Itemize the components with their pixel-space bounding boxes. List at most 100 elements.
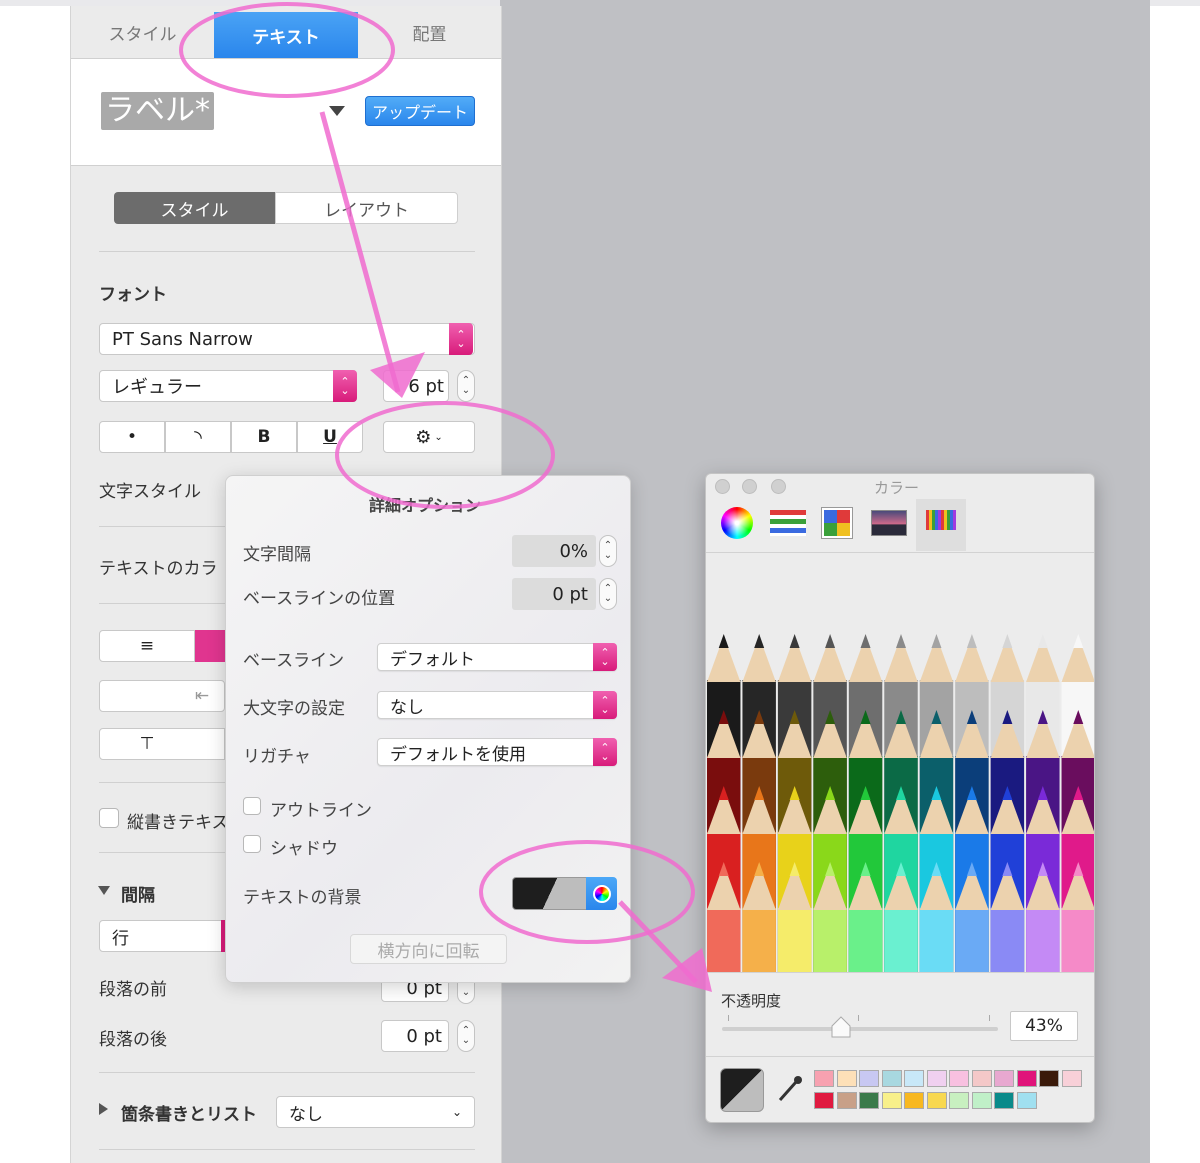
- baseline-shift-field[interactable]: 0 pt: [512, 578, 596, 610]
- disclosure-closed-icon[interactable]: [99, 1103, 109, 1115]
- rotate-horizontal-button[interactable]: 横方向に回転: [350, 934, 507, 964]
- opacity-label: 不透明度: [721, 992, 782, 1010]
- color-panel-toolbar-divider: [706, 552, 1094, 553]
- baseline-stepper-icon[interactable]: ⌃ ⌄: [593, 643, 617, 671]
- bold-button[interactable]: B: [231, 421, 297, 453]
- text-background-color-well[interactable]: [512, 877, 588, 910]
- char-spacing-field[interactable]: 0%: [512, 535, 596, 567]
- close-window-button[interactable]: [715, 479, 730, 494]
- ligature-stepper-icon[interactable]: ⌃ ⌄: [593, 738, 617, 766]
- color-swatch[interactable]: [994, 1070, 1014, 1087]
- align-center-button-selected[interactable]: [195, 630, 225, 662]
- current-color-well[interactable]: [720, 1068, 764, 1112]
- bold-label: B: [257, 427, 271, 447]
- color-swatch[interactable]: [971, 1092, 992, 1109]
- color-swatch[interactable]: [1016, 1092, 1037, 1109]
- color-swatch[interactable]: [881, 1070, 902, 1087]
- vertical-text-checkbox[interactable]: [99, 808, 119, 828]
- caps-popup[interactable]: なし: [377, 691, 617, 719]
- opacity-slider-tick-3: [989, 1015, 990, 1021]
- paragraph-style-dropdown-icon[interactable]: [329, 106, 345, 118]
- font-size-field[interactable]: 6 pt: [383, 370, 449, 402]
- color-swatch[interactable]: [836, 1092, 857, 1109]
- indent-icon: ⇤: [194, 686, 210, 706]
- opacity-slider-track[interactable]: [722, 1027, 998, 1031]
- color-wheel-mode-icon[interactable]: [721, 507, 753, 539]
- caps-stepper-icon[interactable]: ⌃ ⌄: [593, 691, 617, 719]
- font-family-stepper-icon[interactable]: ⌃ ⌄: [449, 323, 473, 355]
- align-top-icon: ⊤: [139, 734, 155, 754]
- disclosure-open-icon[interactable]: [98, 886, 110, 896]
- baseline-shift-stepper[interactable]: ⌃ ⌄: [599, 578, 617, 610]
- opacity-field[interactable]: 43%: [1010, 1011, 1078, 1041]
- color-swatch[interactable]: [859, 1092, 879, 1109]
- font-weight-popup[interactable]: レギュラー: [99, 370, 357, 402]
- style-button-bullet[interactable]: •: [99, 421, 165, 453]
- update-button[interactable]: アップデート: [365, 96, 475, 126]
- color-swatch[interactable]: [1016, 1070, 1037, 1087]
- after-paragraph-stepper[interactable]: ⌃ ⌄: [457, 1020, 475, 1052]
- bullets-heading: 箇条書きとリスト: [121, 1105, 257, 1125]
- color-swatch[interactable]: [814, 1070, 834, 1087]
- shadow-label: シャドウ: [270, 839, 338, 859]
- image-palettes-mode-icon[interactable]: [871, 510, 907, 536]
- ligature-popup[interactable]: デフォルトを使用: [377, 738, 617, 766]
- color-sliders-mode-icon[interactable]: [770, 510, 806, 536]
- caps-value: なし: [390, 697, 424, 718]
- outline-checkbox[interactable]: [243, 797, 261, 815]
- char-style-label: 文字スタイル: [99, 482, 201, 502]
- font-size-value: 6 pt: [408, 375, 444, 397]
- line-spacing-popup[interactable]: 行: [99, 920, 225, 952]
- font-family-value: PT Sans Narrow: [112, 328, 253, 350]
- align-left-button[interactable]: ≡: [99, 630, 195, 662]
- zoom-window-button[interactable]: [771, 479, 786, 494]
- color-wheel-button-icon[interactable]: [586, 877, 617, 910]
- after-paragraph-field[interactable]: 0 pt: [381, 1020, 449, 1052]
- color-swatch[interactable]: [881, 1092, 902, 1109]
- color-swatch[interactable]: [836, 1070, 857, 1087]
- font-weight-stepper-icon[interactable]: ⌃ ⌄: [333, 370, 357, 402]
- color-palettes-mode-icon[interactable]: [822, 508, 852, 538]
- color-swatch[interactable]: [814, 1092, 834, 1109]
- baseline-popup[interactable]: デフォルト: [377, 643, 617, 671]
- baseline-value: デフォルト: [390, 649, 475, 670]
- style-button-italic[interactable]: ◝: [165, 421, 231, 453]
- advanced-options-button[interactable]: ⚙ ⌄: [383, 421, 475, 453]
- tab-arrange[interactable]: 配置: [358, 6, 501, 58]
- advanced-options-popover: 詳細オプション 文字間隔 0% ⌃ ⌄ ベースラインの位置 0 pt ⌃ ⌄ ベース…: [225, 475, 631, 983]
- color-swatch[interactable]: [949, 1070, 969, 1087]
- segment-layout[interactable]: レイアウト: [275, 192, 458, 224]
- color-swatch[interactable]: [1039, 1070, 1059, 1087]
- color-swatch[interactable]: [1061, 1070, 1082, 1087]
- font-weight-value: レギュラー: [112, 377, 202, 398]
- font-heading: フォント: [99, 285, 167, 305]
- eyedropper-icon[interactable]: [776, 1074, 804, 1104]
- style-italic-label: ◝: [194, 425, 202, 449]
- char-spacing-stepper[interactable]: ⌃ ⌄: [599, 535, 617, 567]
- pencils-mode-icon: [926, 510, 956, 530]
- minimize-window-button[interactable]: [742, 479, 757, 494]
- underline-button[interactable]: U: [297, 421, 363, 453]
- indent-decrease-button[interactable]: ⇤: [99, 680, 225, 712]
- font-size-stepper[interactable]: ⌃ ⌄: [457, 370, 475, 402]
- segment-style[interactable]: スタイル: [114, 192, 275, 224]
- shadow-checkbox[interactable]: [243, 835, 261, 853]
- color-swatch[interactable]: [904, 1092, 924, 1109]
- font-family-popup[interactable]: PT Sans Narrow: [99, 323, 475, 355]
- color-swatch[interactable]: [994, 1092, 1014, 1109]
- color-swatch[interactable]: [926, 1092, 947, 1109]
- tab-style[interactable]: スタイル: [71, 6, 214, 58]
- color-swatch[interactable]: [904, 1070, 924, 1087]
- caps-label: 大文字の設定: [243, 699, 345, 719]
- opacity-slider-knob[interactable]: [831, 1016, 851, 1038]
- vertical-align-top-button[interactable]: ⊤: [99, 728, 225, 760]
- color-swatch[interactable]: [859, 1070, 879, 1087]
- color-swatch[interactable]: [949, 1092, 969, 1109]
- paragraph-style-name[interactable]: ラベル*: [101, 92, 214, 130]
- tab-text[interactable]: テキスト: [214, 12, 358, 58]
- bullets-popup[interactable]: なし ⌄: [276, 1096, 475, 1128]
- color-panel-title: カラー: [874, 479, 920, 497]
- bullets-divider: [99, 1149, 475, 1150]
- color-swatch[interactable]: [971, 1070, 992, 1087]
- color-swatch[interactable]: [926, 1070, 947, 1087]
